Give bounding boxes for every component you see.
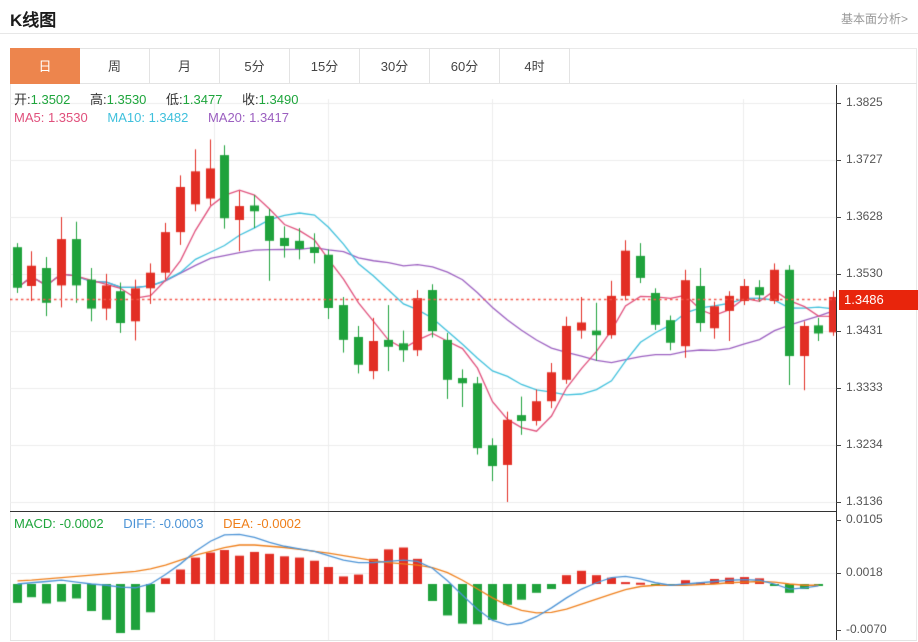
y-axis-label: 1.3628 (846, 209, 883, 223)
dea-label: DEA: (223, 516, 253, 531)
current-price-badge: 1.3486 (839, 290, 918, 310)
fundamental-analysis-link[interactable]: 基本面分析> (841, 10, 908, 27)
macd-value: -0.0002 (60, 516, 104, 531)
y-axis-tick (836, 573, 841, 574)
open-value: 1.3502 (31, 92, 71, 107)
y-axis-tick (836, 445, 841, 446)
period-tabbar: 日 周 月 5分 15分 30分 60分 4时 (10, 48, 570, 84)
close-value: 1.3490 (259, 92, 299, 107)
ma-legend: MA5: 1.3530 MA10: 1.3482 MA20: 1.3417 (14, 110, 305, 125)
ma5-label: MA5: (14, 110, 44, 125)
open-label: 开: (14, 92, 31, 107)
ma20-label: MA20: (208, 110, 246, 125)
tab-week[interactable]: 周 (80, 48, 150, 84)
y-axis-tick (836, 331, 841, 332)
y-axis-tick (836, 388, 841, 389)
diff-value: -0.0003 (159, 516, 203, 531)
y-axis-label: 1.3727 (846, 152, 883, 166)
dea-value: -0.0002 (257, 516, 301, 531)
tab-day[interactable]: 日 (10, 48, 80, 84)
macd-label: MACD: (14, 516, 56, 531)
y-axis-label: 1.3333 (846, 380, 883, 394)
y-axis-label: 1.3431 (846, 323, 883, 337)
high-value: 1.3530 (107, 92, 147, 107)
y-axis-label: 1.3825 (846, 95, 883, 109)
ma5-value: 1.3530 (48, 110, 88, 125)
low-label: 低: (166, 92, 183, 107)
y-axis-label: 1.3530 (846, 266, 883, 280)
y-axis-tick (836, 274, 841, 275)
ma10-label: MA10: (107, 110, 145, 125)
tab-5min[interactable]: 5分 (220, 48, 290, 84)
y-axis-tick (836, 217, 841, 218)
low-value: 1.3477 (183, 92, 223, 107)
ohlc-legend: 开:1.3502 高:1.3530 低:1.3477 收:1.3490 (14, 89, 314, 108)
ma20-value: 1.3417 (249, 110, 289, 125)
close-label: 收: (242, 92, 259, 107)
y-axis-label: 1.3234 (846, 437, 883, 451)
y-axis-tick (836, 502, 841, 503)
candlestick-chart-canvas[interactable] (10, 85, 836, 511)
y-axis-tick (836, 630, 841, 631)
macd-chart-canvas[interactable] (10, 512, 836, 640)
tab-30min[interactable]: 30分 (360, 48, 430, 84)
tab-60min[interactable]: 60分 (430, 48, 500, 84)
y-axis-tick (836, 160, 841, 161)
page-title: K线图 (10, 6, 56, 31)
title-separator (0, 33, 918, 34)
y-axis-tick (836, 103, 841, 104)
panel-divider (10, 511, 836, 512)
bottom-border (10, 640, 917, 641)
y-axis-label: 1.3136 (846, 494, 883, 508)
macd-legend: MACD: -0.0002 DIFF: -0.0003 DEA: -0.0002 (14, 516, 317, 531)
kline-widget: K线图 基本面分析> 日 周 月 5分 15分 30分 60分 4时 开:1.3… (0, 0, 918, 642)
tab-month[interactable]: 月 (150, 48, 220, 84)
tab-15min[interactable]: 15分 (290, 48, 360, 84)
ma10-value: 1.3482 (149, 110, 189, 125)
high-label: 高: (90, 92, 107, 107)
y-axis-label: 0.0105 (846, 512, 883, 526)
y-axis-line (836, 85, 837, 640)
diff-label: DIFF: (123, 516, 156, 531)
y-axis-label: 0.0018 (846, 565, 883, 579)
tab-4hour[interactable]: 4时 (500, 48, 570, 84)
tabbar-bottom-border (570, 83, 917, 84)
y-axis-tick (836, 520, 841, 521)
y-axis-label: -0.0070 (846, 622, 887, 636)
